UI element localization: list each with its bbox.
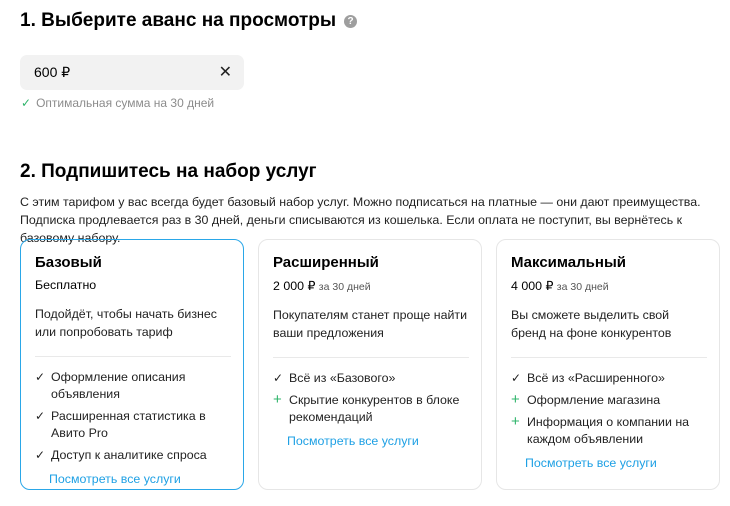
tariff-card-maximum[interactable]: Максимальный 4 000 ₽ за 30 дней Вы сможе… — [496, 239, 720, 490]
card-price-period: за 30 дней — [556, 281, 609, 293]
section-title-advance: 1. Выберите аванс на просмотры ? — [20, 10, 358, 32]
feature-item: + Оформление магазина — [511, 392, 705, 409]
plus-icon: + — [511, 413, 520, 430]
check-icon: ✓ — [35, 370, 46, 384]
card-divider — [35, 356, 231, 357]
check-icon: ✓ — [273, 371, 284, 385]
card-title: Базовый — [35, 254, 102, 271]
card-divider — [511, 357, 707, 358]
tariff-card-extended[interactable]: Расширенный 2 000 ₽ за 30 дней Покупател… — [258, 239, 482, 490]
card-price-period: за 30 дней — [318, 281, 371, 293]
view-all-services-link[interactable]: Посмотреть все услуги — [35, 472, 181, 486]
advance-amount-input[interactable]: 600 ₽ ✕ — [20, 55, 244, 90]
feature-item: ✓ Оформление описания объявления — [35, 369, 229, 403]
card-price-value: Бесплатно — [35, 278, 97, 292]
card-price: 2 000 ₽ за 30 дней — [273, 278, 467, 293]
feature-label: Информация о компании на каждом объявлен… — [527, 415, 690, 446]
check-icon: ✓ — [511, 371, 522, 385]
advance-title-text: 1. Выберите аванс на просмотры — [20, 10, 337, 31]
card-description: Вы сможете выделить свой бренд на фоне к… — [511, 308, 672, 340]
feature-label: Оформление магазина — [527, 393, 661, 407]
tariff-card-basic[interactable]: Базовый Бесплатно Подойдёт, чтобы начать… — [20, 239, 244, 490]
feature-item: ✓ Доступ к аналитике спроса — [35, 447, 229, 464]
card-description: Покупателям станет проще найти ваши пред… — [273, 308, 467, 340]
card-title: Максимальный — [511, 254, 626, 271]
feature-label: Всё из «Базового» — [289, 371, 396, 385]
card-title: Расширенный — [273, 254, 379, 271]
feature-item: ✓ Всё из «Базового» — [273, 370, 467, 387]
check-icon: ✓ — [21, 96, 32, 110]
advance-amount-value: 600 ₽ — [34, 64, 71, 80]
check-icon: ✓ — [35, 409, 46, 423]
plus-icon: + — [273, 391, 282, 408]
plus-icon: + — [511, 391, 520, 408]
amount-hint: ✓ Оптимальная сумма на 30 дней — [21, 96, 214, 110]
card-price-value: 4 000 ₽ — [511, 279, 554, 293]
card-price-value: 2 000 ₽ — [273, 279, 316, 293]
view-all-services-link[interactable]: Посмотреть все услуги — [273, 434, 419, 448]
feature-label: Расширенная статистика в Авито Pro — [51, 409, 206, 440]
help-icon[interactable]: ? — [344, 14, 358, 28]
card-price: Бесплатно — [35, 278, 229, 292]
feature-item: + Информация о компании на каждом объявл… — [511, 414, 705, 448]
feature-item: ✓ Всё из «Расширенного» — [511, 370, 705, 387]
feature-item: ✓ Расширенная статистика в Авито Pro — [35, 408, 229, 442]
feature-label: Скрытие конкурентов в блоке рекомендаций — [289, 393, 460, 424]
close-icon[interactable]: ✕ — [219, 64, 232, 81]
view-all-services-link[interactable]: Посмотреть все услуги — [511, 456, 657, 470]
check-icon: ✓ — [35, 448, 46, 462]
amount-hint-text: Оптимальная сумма на 30 дней — [36, 96, 215, 110]
card-divider — [273, 357, 469, 358]
feature-label: Всё из «Расширенного» — [527, 371, 665, 385]
feature-item: + Скрытие конкурентов в блоке рекомендац… — [273, 392, 467, 426]
feature-label: Оформление описания объявления — [51, 370, 186, 401]
feature-label: Доступ к аналитике спроса — [51, 448, 207, 462]
card-price: 4 000 ₽ за 30 дней — [511, 278, 705, 293]
card-description: Подойдёт, чтобы начать бизнес или попроб… — [35, 307, 217, 339]
section-title-services: 2. Подпишитесь на набор услуг — [20, 161, 317, 182]
